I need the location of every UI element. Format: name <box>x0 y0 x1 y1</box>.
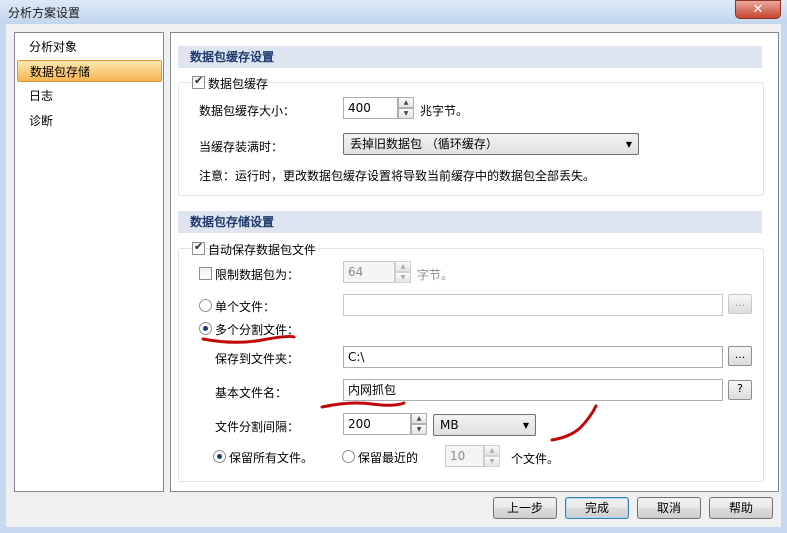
finish-button[interactable]: 完成 <box>565 497 629 519</box>
back-button[interactable]: 上一步 <box>493 497 557 519</box>
marker-underline <box>320 401 406 409</box>
help-button[interactable]: 帮助 <box>709 497 773 519</box>
marker-stroke <box>550 404 598 442</box>
marker-underline <box>201 334 296 344</box>
cancel-button[interactable]: 取消 <box>637 497 701 519</box>
marker-annotations <box>201 334 598 442</box>
